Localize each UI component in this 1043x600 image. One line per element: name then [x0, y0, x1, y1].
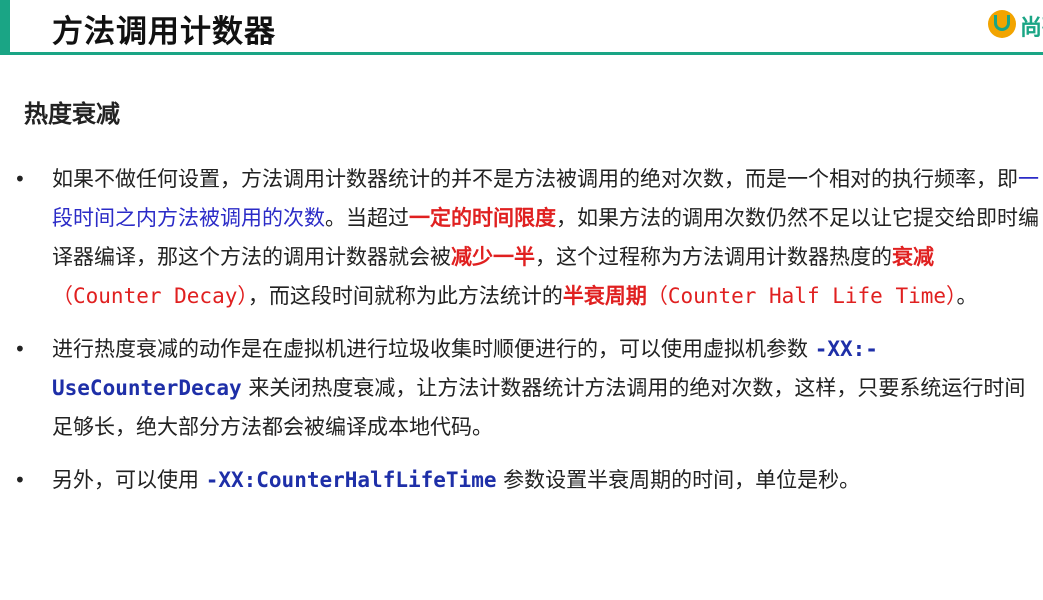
- bullet-dot-icon: •: [14, 337, 26, 361]
- slide-title: 方法调用计数器: [52, 14, 276, 50]
- bullet-dot-icon: •: [14, 167, 26, 191]
- logo-u-icon: [994, 15, 1010, 31]
- bullet-dot-icon: •: [14, 468, 26, 492]
- bullet-list: • 如果不做任何设置，方法调用计数器统计的并不是方法被调用的绝对次数，而是一个相…: [10, 160, 1040, 514]
- text: 。当超过: [325, 206, 409, 230]
- text: ，这个过程称为方法调用计数器热度的: [535, 245, 892, 269]
- bullet-item-3: • 另外，可以使用 -XX:CounterHalfLifeTime 参数设置半衰…: [10, 461, 1040, 500]
- term-text: （Counter Half Life Time）: [646, 284, 957, 308]
- text: 参数设置半衰周期的时间，单位是秒。: [496, 468, 861, 492]
- text: 另外，可以使用: [52, 468, 206, 492]
- text: ，而这段时间就称为此方法统计的: [247, 284, 563, 308]
- term-text: （Counter Decay）: [52, 284, 248, 308]
- emphasis-text: 衰减: [892, 245, 934, 269]
- bullet-item-1: • 如果不做任何设置，方法调用计数器统计的并不是方法被调用的绝对次数，而是一个相…: [10, 160, 1040, 316]
- text: 进行热度衰减的动作是在虚拟机进行垃圾收集时顺便进行的，可以使用虚拟机参数: [52, 337, 815, 361]
- logo-text: 尚硅: [1020, 16, 1043, 41]
- text: 。: [956, 284, 978, 308]
- text: 如果不做任何设置，方法调用计数器统计的并不是方法被调用的绝对次数，而是一个相对的…: [52, 167, 1018, 191]
- section-subtitle: 热度衰减: [24, 99, 120, 128]
- slide-header: 方法调用计数器 尚硅: [0, 0, 1043, 52]
- emphasis-text: 一定的时间限度: [409, 206, 556, 230]
- bullet-item-2: • 进行热度衰减的动作是在虚拟机进行垃圾收集时顺便进行的，可以使用虚拟机参数 -…: [10, 330, 1040, 447]
- code-flag: -XX:CounterHalfLifeTime: [205, 468, 497, 492]
- header-divider: [0, 52, 1043, 55]
- header-accent-bar: [0, 0, 10, 52]
- emphasis-text: 半衰周期: [562, 284, 647, 308]
- emphasis-text: 减少一半: [451, 245, 535, 269]
